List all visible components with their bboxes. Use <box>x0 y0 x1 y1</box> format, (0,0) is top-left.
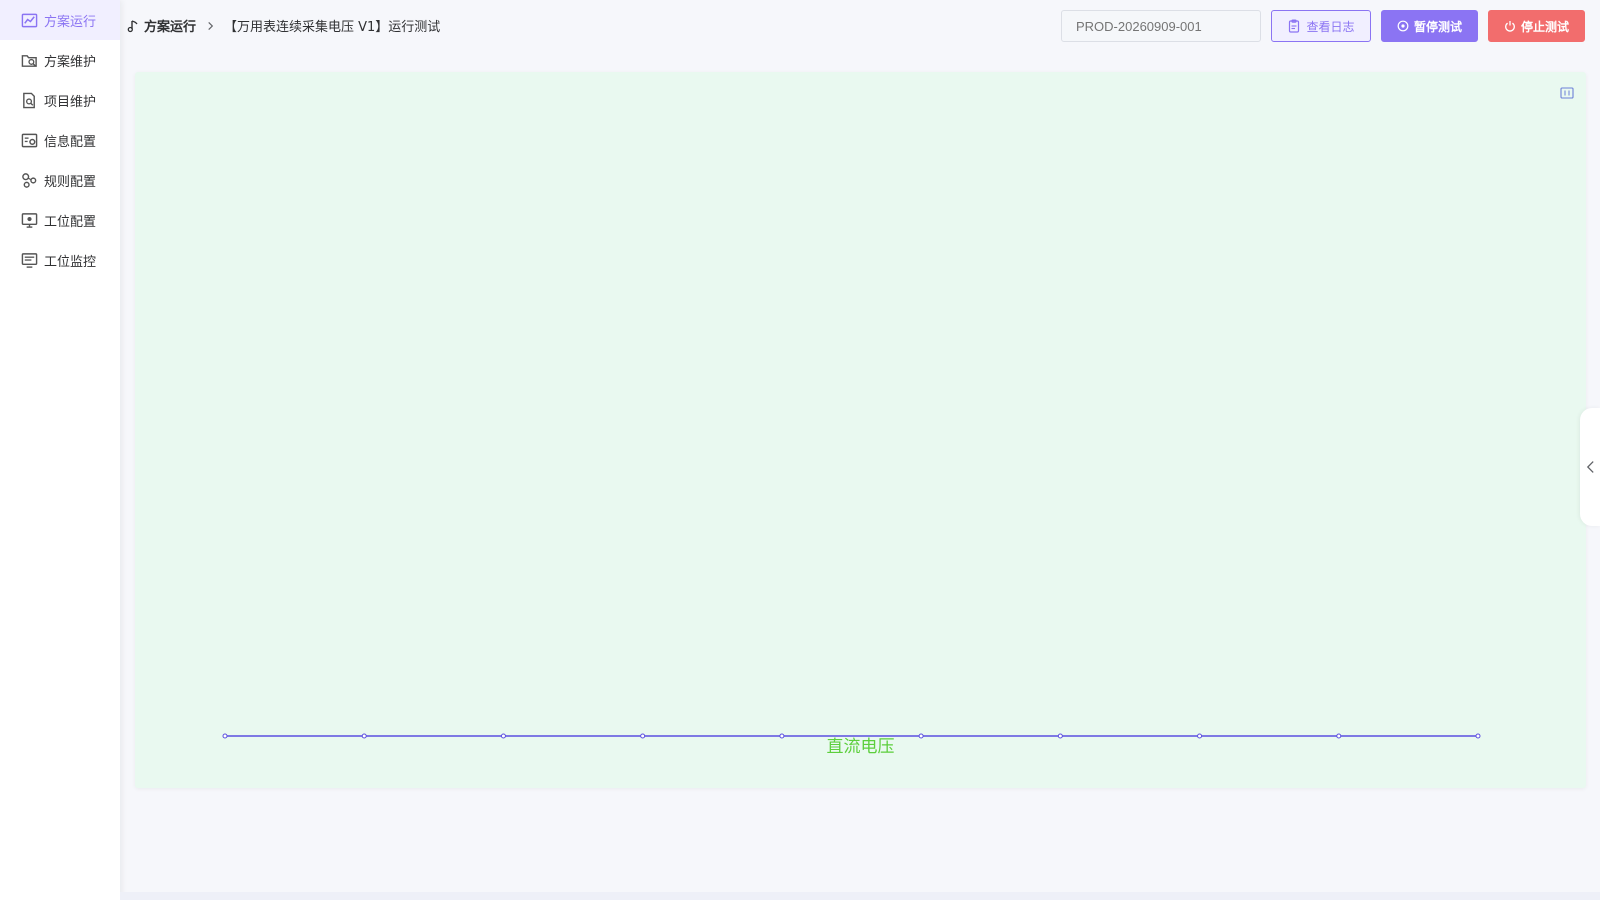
sidebar-item-label: 工位配置 <box>44 214 97 230</box>
folder-search-icon <box>20 51 38 69</box>
sidebar-item-project-maintenance[interactable]: 项目维护 <box>0 80 120 120</box>
rules-nodes-icon <box>20 171 38 189</box>
pause-test-button[interactable]: 暂停测试 <box>1381 10 1478 42</box>
sidebar-item-label: 方案维护 <box>44 54 97 70</box>
sidebar: 方案运行 方案维护 项目维护 信息配置 规则配置 工位配置 工位监控 <box>0 0 120 900</box>
sidebar-item-info-config[interactable]: 信息配置 <box>0 120 120 160</box>
bottom-scrollbar[interactable] <box>120 892 1600 900</box>
music-note-icon <box>126 19 140 33</box>
sidebar-item-scheme-run[interactable]: 方案运行 <box>0 0 120 40</box>
stop-test-label: 停止测试 <box>1520 19 1569 34</box>
monitor-list-icon <box>20 251 38 269</box>
clipboard-icon <box>1289 19 1300 33</box>
chevron-right-icon <box>206 21 215 31</box>
stop-test-button[interactable]: 停止测试 <box>1488 10 1585 42</box>
view-log-label: 查看日志 <box>1306 19 1355 34</box>
sidebar-item-label: 信息配置 <box>44 134 97 150</box>
sidebar-item-label: 工位监控 <box>44 254 97 270</box>
sidebar-item-label: 方案运行 <box>44 14 97 30</box>
line-chart <box>222 733 1481 739</box>
sidebar-item-station-config[interactable]: 工位配置 <box>0 200 120 240</box>
pause-test-label: 暂停测试 <box>1413 19 1462 34</box>
header: 方案运行 【万用表连续采集电压 V1】运行测试 查看日志 暂停测试 停止测试 <box>120 0 1600 52</box>
chart-panel: 直流电压 <box>135 72 1586 788</box>
sidebar-item-rule-config[interactable]: 规则配置 <box>0 160 120 200</box>
document-search-icon <box>20 91 38 109</box>
sidebar-item-scheme-maintenance[interactable]: 方案维护 <box>0 40 120 80</box>
sidebar-item-label: 项目维护 <box>44 94 97 110</box>
view-log-button[interactable]: 查看日志 <box>1271 10 1371 42</box>
collapse-panel-handle[interactable] <box>1580 408 1600 526</box>
chart-title: 直流电压 <box>826 737 895 757</box>
data-view-icon[interactable] <box>1560 84 1574 99</box>
settings-list-icon <box>20 131 38 149</box>
trend-chart-icon <box>20 11 38 29</box>
breadcrumb-current: 【万用表连续采集电压 V1】运行测试 <box>224 20 441 35</box>
breadcrumb: 方案运行 【万用表连续采集电压 V1】运行测试 <box>126 16 440 35</box>
power-icon <box>1505 21 1515 32</box>
pause-circle-icon <box>1397 20 1409 32</box>
breadcrumb-root[interactable]: 方案运行 <box>144 16 196 35</box>
chevron-left-icon <box>1586 461 1594 473</box>
monitor-gear-icon <box>20 211 38 229</box>
sidebar-item-station-monitor[interactable]: 工位监控 <box>0 240 120 280</box>
product-code-input[interactable] <box>1061 10 1261 42</box>
sidebar-item-label: 规则配置 <box>44 174 97 190</box>
